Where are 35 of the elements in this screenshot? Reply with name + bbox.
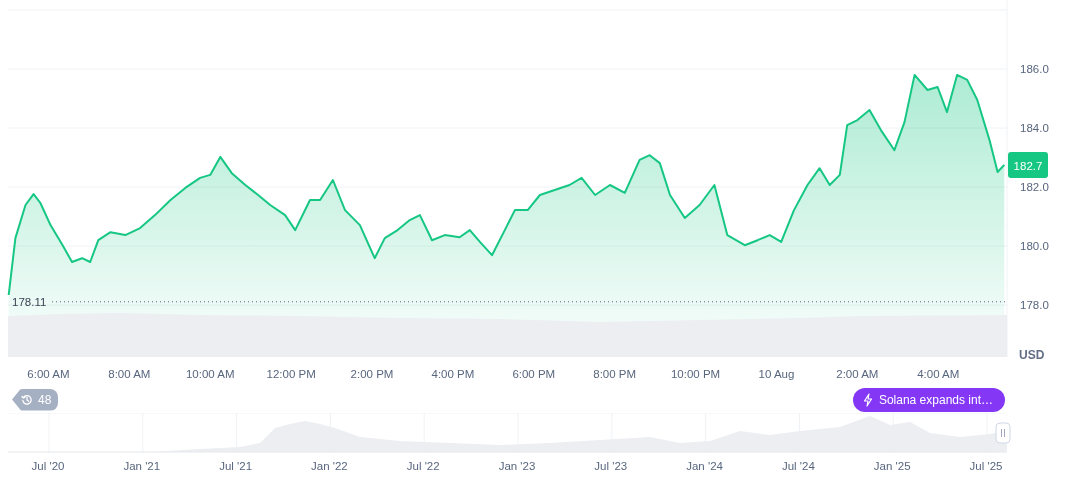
- axis-label: Jul '20: [31, 460, 65, 472]
- axis-label: Jul '24: [781, 460, 815, 472]
- lightning-icon: [862, 392, 873, 407]
- axis-label: 2:00 PM: [350, 368, 394, 380]
- axis-label: Jan '25: [873, 460, 911, 472]
- price-tag: 182.7: [1008, 151, 1048, 178]
- axis-label: Jan '24: [686, 460, 723, 472]
- axis-label: 4:00 PM: [431, 368, 475, 380]
- currency-label: USD: [1019, 348, 1045, 362]
- axis-label: 6:00 PM: [512, 368, 556, 380]
- axis-label: 10:00 AM: [185, 368, 235, 380]
- axis-label: Jan '22: [311, 460, 348, 472]
- news-pill[interactable]: Solana expands int…: [852, 387, 1005, 412]
- range-handle[interactable]: [995, 422, 1011, 444]
- history-icon: [21, 393, 33, 406]
- reference-label: 178.11: [12, 295, 47, 308]
- axis-label: 10:00 PM: [670, 368, 721, 380]
- axis-label: 6:00 AM: [27, 368, 70, 380]
- axis-label: Jul '23: [594, 460, 628, 472]
- axis-label: 2:00 AM: [836, 368, 879, 380]
- axis-label: 186.0: [1020, 63, 1049, 75]
- axis-label: 12:00 PM: [266, 368, 316, 380]
- axis-label: 184.0: [1020, 122, 1049, 135]
- axis-label: 4:00 AM: [917, 368, 960, 380]
- axis-label: Jul '25: [969, 460, 1003, 472]
- axis-label: Jul '21: [219, 460, 253, 472]
- axis-label: Jul '22: [406, 460, 440, 472]
- axis-label: 182.0: [1020, 181, 1049, 194]
- axis-label: Jan '21: [123, 460, 161, 472]
- axis-label: 180.0: [1020, 240, 1049, 253]
- axis-label: 8:00 PM: [593, 368, 637, 380]
- axis-label: 8:00 AM: [108, 368, 151, 380]
- axis-label: 178.0: [1020, 299, 1049, 312]
- axis-label: Jan '23: [498, 460, 536, 472]
- axis-label: 10 Aug: [758, 368, 795, 380]
